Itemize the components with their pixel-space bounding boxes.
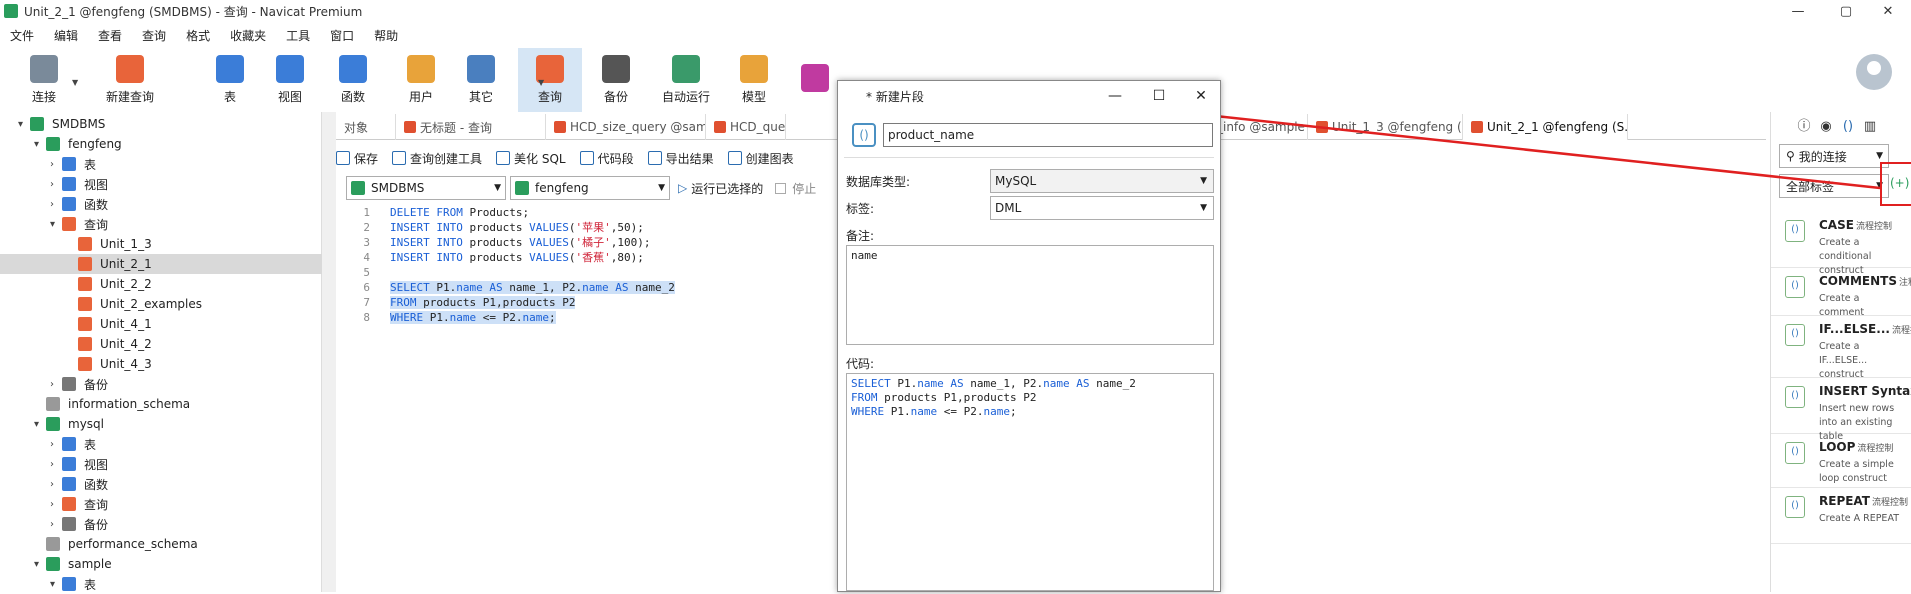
snippet-name-input[interactable]: product_name [883, 123, 1213, 147]
dialog-close-button[interactable]: ✕ [1188, 85, 1214, 107]
tag-value: DML [995, 201, 1022, 215]
dialog-maximize-button[interactable]: ☐ [1146, 85, 1172, 107]
dialog-minimize-button[interactable]: — [1102, 85, 1128, 107]
code-token: AS [950, 377, 964, 390]
code-token: products P1,products P2 [877, 391, 1037, 404]
db-type-select[interactable]: MySQL ▼ [990, 169, 1214, 193]
code-token: name_1, P2. [963, 377, 1044, 390]
chevron-down-icon: ▼ [1200, 176, 1207, 186]
code-token: P1. [890, 377, 918, 390]
remark-label: 备注: [846, 229, 875, 243]
code-label: 代码: [846, 357, 875, 371]
code-token: name [983, 405, 1010, 418]
code-token: name_2 [1089, 377, 1136, 390]
db-type-value: MySQL [995, 174, 1037, 188]
db-type-label: 数据库类型: [846, 175, 911, 189]
tag-select[interactable]: DML ▼ [990, 196, 1214, 220]
code-token: ; [1009, 405, 1017, 418]
code-textarea[interactable]: SELECT P1.name AS name_1, P2.name AS nam… [846, 373, 1214, 591]
tag-label: 标签: [846, 202, 875, 216]
remark-textarea[interactable]: name [846, 245, 1214, 345]
new-snippet-dialog: * 新建片段 — ☐ ✕ () product_name 数据库类型: MySQ… [837, 80, 1221, 592]
dialog-divider [844, 157, 1214, 158]
code-token: FROM [851, 391, 878, 404]
chevron-down-icon: ▼ [1200, 203, 1207, 213]
code-token: name [917, 377, 944, 390]
code-token: AS [1076, 377, 1090, 390]
dialog-code-line: SELECT P1.name AS name_1, P2.name AS nam… [851, 377, 1209, 391]
code-token: SELECT [851, 377, 891, 390]
code-token: name [1043, 377, 1070, 390]
code-token: P1. [884, 405, 911, 418]
snippet-icon: () [852, 123, 876, 147]
dialog-code-line: WHERE P1.name <= P2.name; [851, 405, 1209, 419]
code-token: name [910, 405, 938, 418]
code-token: <= P2. [937, 405, 984, 418]
dialog-code-line: FROM products P1,products P2 [851, 391, 1209, 405]
code-token: WHERE [851, 405, 885, 418]
